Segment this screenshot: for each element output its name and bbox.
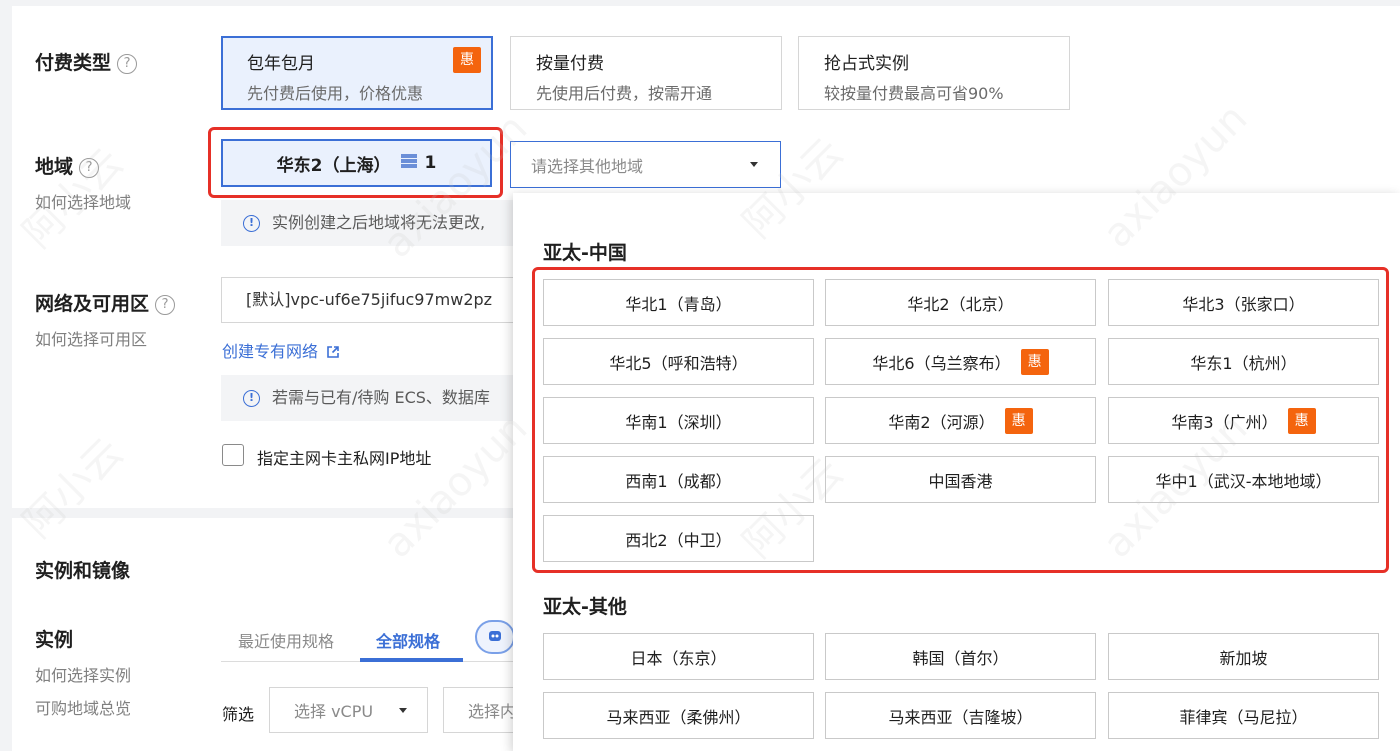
memory-select[interactable]: 选择内 <box>443 687 521 733</box>
vpc-select[interactable]: [默认]vpc-uf6e75jifuc97mw2pz <box>221 277 521 323</box>
region-option[interactable]: 新加坡 <box>1108 633 1379 680</box>
region-option[interactable]: 西南1（成都） <box>543 456 814 503</box>
network-notice: ! 若需与已有/待购 ECS、数据库 <box>221 375 521 421</box>
billing-option-title: 按量付费 <box>536 54 604 74</box>
help-icon[interactable]: ? <box>117 53 138 74</box>
region-option-name: 西北2（中卫） <box>625 530 732 550</box>
region-option-name: 华北5（呼和浩特） <box>609 353 748 373</box>
region-option-name: 马来西亚（柔佛州） <box>606 707 751 727</box>
region-option[interactable]: 华中1（武汉-本地地域） <box>1108 456 1379 503</box>
selected-region-button[interactable]: 华东2（上海） 1 <box>221 139 492 187</box>
region-option[interactable]: 韩国（首尔） <box>825 633 1096 680</box>
region-option[interactable]: 华北2（北京） <box>825 279 1096 326</box>
create-vpc-link-text: 创建专有网络 <box>222 342 319 361</box>
robot-icon[interactable] <box>475 620 515 654</box>
region-option-name: 中国香港 <box>928 471 993 491</box>
private-ip-checkbox-label: 指定主网卡主私网IP地址 <box>257 449 432 468</box>
network-label: 网络及可用区? <box>35 289 176 316</box>
billing-option-title: 包年包月 <box>247 54 315 74</box>
external-link-icon <box>326 344 340 363</box>
info-icon: ! <box>243 215 260 232</box>
zone-help-link[interactable]: 如何选择可用区 <box>35 326 147 350</box>
region-option[interactable]: 日本（东京） <box>543 633 814 680</box>
help-icon[interactable]: ? <box>155 294 176 315</box>
region-option[interactable]: 华南1（深圳） <box>543 397 814 444</box>
other-region-select[interactable]: 请选择其他地域 <box>510 141 781 188</box>
tab-recent-specs[interactable]: 最近使用规格 <box>238 628 334 652</box>
billing-option-subscription[interactable]: 包年包月 先付费后使用，价格优惠 惠 <box>221 36 493 110</box>
vpc-value: [默认]vpc-uf6e75jifuc97mw2pz <box>246 290 493 309</box>
region-option[interactable]: 华北5（呼和浩特） <box>543 338 814 385</box>
region-notice: ! 实例创建之后地域将无法更改, <box>221 200 521 246</box>
billing-type-label: 付费类型? <box>35 48 138 75</box>
vcpu-select[interactable]: 选择 vCPU <box>269 687 428 733</box>
region-option[interactable]: 华南3（广州） 惠 <box>1108 397 1379 444</box>
billing-option-desc: 较按量付费最高可省90% <box>824 84 1004 103</box>
region-option[interactable]: 西北2（中卫） <box>543 515 814 562</box>
discount-badge: 惠 <box>453 47 481 73</box>
region-option[interactable]: 华北3（张家口） <box>1108 279 1379 326</box>
create-vpc-link[interactable]: 创建专有网络 <box>222 338 340 363</box>
billing-option-desc: 先付费后使用，价格优惠 <box>247 84 424 103</box>
region-group-title: 亚太-其他 <box>543 596 627 618</box>
region-option[interactable]: 华南2（河源） 惠 <box>825 397 1096 444</box>
memory-placeholder: 选择内 <box>468 702 517 721</box>
tab-active-indicator <box>360 658 463 662</box>
instance-help-link[interactable]: 如何选择实例 <box>35 662 131 686</box>
region-option[interactable]: 中国香港 <box>825 456 1096 503</box>
region-option[interactable]: 菲律宾（马尼拉） <box>1108 692 1379 739</box>
region-notice-text: 实例创建之后地域将无法更改, <box>272 213 486 232</box>
region-option-name: 菲律宾（马尼拉） <box>1179 707 1308 727</box>
region-option-name: 华南1（深圳） <box>625 412 732 432</box>
region-option-name: 华北3（张家口） <box>1182 294 1305 314</box>
region-option[interactable]: 马来西亚（柔佛州） <box>543 692 814 739</box>
billing-option-preemptible[interactable]: 抢占式实例 较按量付费最高可省90% <box>798 36 1070 110</box>
billing-option-desc: 先使用后付费，按需开通 <box>536 84 713 103</box>
billing-option-pay-as-you-go[interactable]: 按量付费 先使用后付费，按需开通 <box>510 36 782 110</box>
discount-badge: 惠 <box>1287 407 1316 434</box>
region-option-name: 华北1（青岛） <box>625 294 732 314</box>
region-option[interactable]: 华北6（乌兰察布） 惠 <box>825 338 1096 385</box>
region-option[interactable]: 华北1（青岛） <box>543 279 814 326</box>
server-icon <box>400 153 417 173</box>
region-option-name: 华北6（乌兰察布） <box>872 353 1011 373</box>
instance-section-title: 实例和镜像 <box>35 560 131 582</box>
chevron-down-icon <box>399 708 407 713</box>
region-option-name: 华东1（杭州） <box>1190 353 1297 373</box>
filter-label: 筛选 <box>222 705 255 724</box>
billing-option-title: 抢占式实例 <box>824 54 909 74</box>
region-option-name: 华南3（广州） <box>1171 412 1278 432</box>
region-label: 地域? <box>35 152 100 179</box>
region-option-name: 西南1（成都） <box>625 471 732 491</box>
region-option[interactable]: 华东1（杭州） <box>1108 338 1379 385</box>
discount-badge: 惠 <box>1004 407 1033 434</box>
region-option[interactable]: 马来西亚（吉隆坡） <box>825 692 1096 739</box>
selected-region-name: 华东2（上海） <box>276 155 391 176</box>
region-option-name: 华中1（武汉-本地地域） <box>1155 471 1332 491</box>
region-help-link[interactable]: 如何选择地域 <box>35 189 131 213</box>
help-icon[interactable]: ? <box>79 157 100 178</box>
region-option-name: 新加坡 <box>1219 648 1268 668</box>
region-group-title: 亚太-中国 <box>543 242 627 264</box>
region-option-name: 华南2（河源） <box>888 412 995 432</box>
private-ip-checkbox[interactable] <box>222 444 244 466</box>
instance-tabs: 最近使用规格 全部规格 <box>221 618 521 662</box>
region-overview-link[interactable]: 可购地域总览 <box>35 695 131 719</box>
info-icon: ! <box>243 390 260 407</box>
region-option-name: 华北2（北京） <box>907 294 1014 314</box>
instance-label: 实例 <box>35 629 74 651</box>
other-region-placeholder: 请选择其他地域 <box>531 156 644 176</box>
chevron-down-icon <box>750 162 758 167</box>
vcpu-placeholder: 选择 vCPU <box>294 702 374 721</box>
tab-all-specs[interactable]: 全部规格 <box>376 628 440 652</box>
discount-badge: 惠 <box>1020 348 1049 375</box>
selected-region-count: 1 <box>424 153 437 173</box>
region-option-name: 韩国（首尔） <box>912 648 1009 668</box>
region-option-name: 马来西亚（吉隆坡） <box>888 707 1033 727</box>
region-option-name: 日本（东京） <box>630 648 727 668</box>
network-notice-text: 若需与已有/待购 ECS、数据库 <box>272 388 490 407</box>
